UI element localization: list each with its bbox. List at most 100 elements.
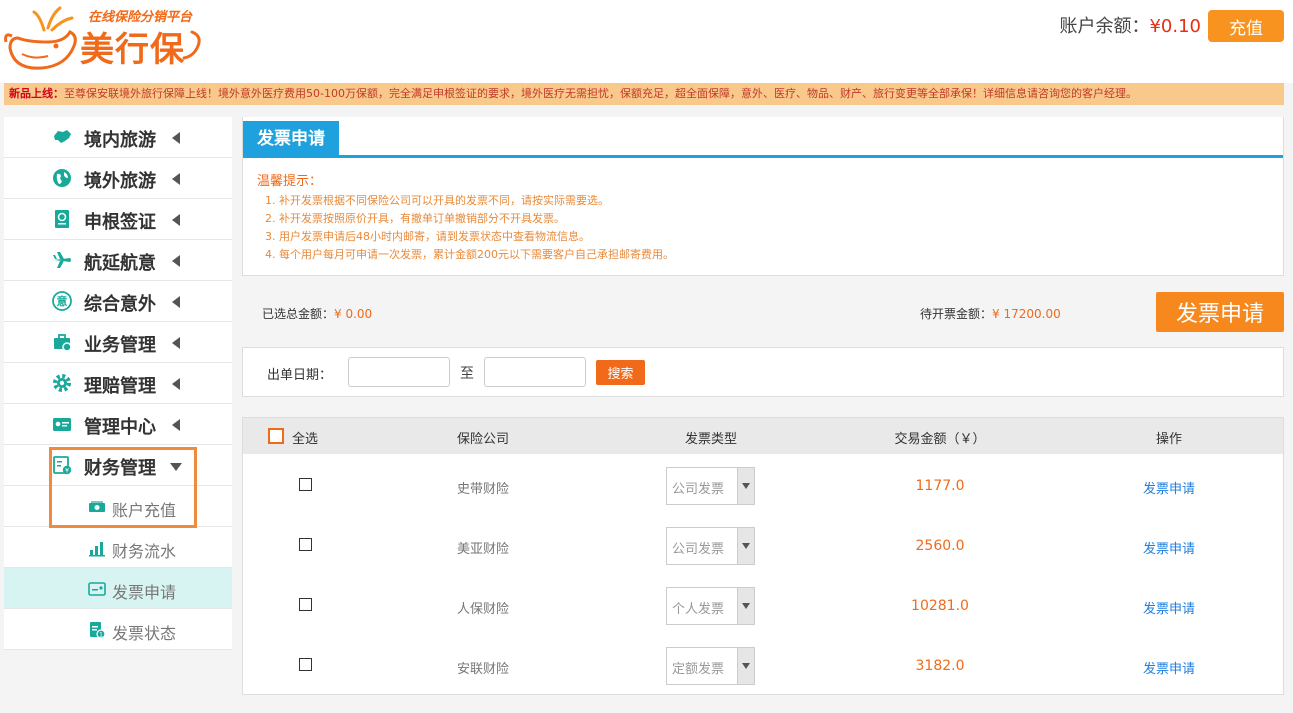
row-amount: 1177.0 — [915, 478, 965, 494]
caret-left-icon — [172, 132, 180, 144]
header: 在线保险分销平台 美行保 账户余额：¥0.10 充值 — [0, 0, 1293, 83]
invoice-type-value: 个人发票 — [672, 602, 725, 617]
sidebar: 境内旅游 境外旅游 申根签证 航延航意 意 综合意外 业务管理 理赔管理 管理中… — [4, 117, 232, 650]
column-header-amount: 交易金额（￥） — [894, 432, 986, 447]
sidebar-item-label: 理赔管理 — [84, 376, 156, 397]
row-checkbox[interactable] — [299, 598, 312, 611]
sidebar-item-label: 境内旅游 — [84, 130, 156, 151]
row-company: 史带财险 — [456, 482, 510, 497]
tip-item: 3. 用户发票申请后48小时内邮寄，请到发票状态中查看物流信息。 — [265, 230, 590, 243]
invoice-table: 全选 保险公司 发票类型 交易金额（￥） 操作 史带财险 公司发票 1177.0… — [242, 417, 1284, 695]
sidebar-item-accident[interactable]: 意 综合意外 — [4, 281, 232, 322]
end-date-input[interactable] — [484, 357, 586, 387]
row-checkbox[interactable] — [299, 538, 312, 551]
caret-left-icon — [172, 214, 180, 226]
tip-item: 2. 补开发票按照原价开具，有撤单订单撤销部分不开具发票。 — [265, 212, 565, 225]
date-filter-label: 出单日期： — [267, 368, 333, 383]
logo-name: 美行保 — [80, 30, 185, 70]
sidebar-subitem-finance-flow[interactable]: 财务流水 — [4, 527, 232, 568]
sidebar-subitem-account-recharge[interactable]: 账户充值 — [4, 486, 232, 527]
money-icon — [89, 501, 105, 512]
sidebar-item-business-management[interactable]: 业务管理 — [4, 322, 232, 363]
sidebar-item-domestic-travel[interactable]: 境内旅游 — [4, 117, 232, 158]
select-all-checkbox[interactable] — [268, 428, 284, 444]
sidebar-item-overseas-travel[interactable]: 境外旅游 — [4, 158, 232, 199]
invoice-type-select[interactable]: 公司发票 — [666, 527, 755, 565]
sidebar-item-label: 航延航意 — [84, 253, 156, 274]
invoice-type-value: 公司发票 — [672, 482, 725, 497]
sidebar-item-flight-delay[interactable]: 航延航意 — [4, 240, 232, 281]
finance-icon: ¥ — [53, 456, 72, 475]
row-apply-link[interactable]: 发票申请 — [1143, 538, 1195, 557]
chevron-down-icon — [737, 588, 754, 624]
sidebar-item-claims-management[interactable]: 理赔管理 — [4, 363, 232, 404]
chevron-down-icon — [737, 528, 754, 564]
china-map-icon — [54, 130, 71, 143]
caret-left-icon — [172, 255, 180, 267]
notice-text: 至尊保安联境外旅行保障上线！境外意外医疗费用50-100万保额，完全满足申根签证… — [64, 87, 1137, 100]
logo[interactable]: 在线保险分销平台 美行保 — [4, 2, 204, 74]
selected-total-label: 已选总金额： — [262, 307, 335, 321]
globe-icon — [53, 169, 71, 187]
id-card-icon — [53, 418, 71, 431]
select-all-label: 全选 — [292, 432, 319, 447]
row-company: 人保财险 — [456, 602, 510, 617]
column-header-company: 保险公司 — [456, 432, 510, 447]
page-title: 发票申请 — [243, 121, 339, 157]
notice-bar: 新品上线：至尊保安联境外旅行保障上线！境外意外医疗费用50-100万保额，完全满… — [4, 83, 1284, 105]
sidebar-subitem-invoice-apply[interactable]: 发票申请 — [4, 568, 232, 609]
row-company: 安联财险 — [456, 662, 510, 677]
column-header-invoice-type: 发票类型 — [684, 432, 738, 447]
sidebar-item-label: 申根签证 — [84, 212, 156, 233]
sidebar-subitem-label: 发票状态 — [112, 624, 177, 643]
filter-panel: 出单日期： 至 搜索 — [242, 347, 1284, 397]
tip-item: 1. 补开发票根据不同保险公司可以开具的发票不同，请按实际需要选。 — [265, 194, 609, 207]
row-amount: 10281.0 — [911, 598, 969, 614]
gear-icon — [53, 374, 71, 392]
pending-amount: 待开票金额：¥ 17200.00 — [920, 305, 1061, 322]
row-amount: 3182.0 — [915, 658, 965, 674]
pending-amount-label: 待开票金额： — [920, 307, 993, 321]
balance-value: ¥0.10 — [1149, 16, 1201, 37]
sidebar-subitem-label: 发票申请 — [112, 583, 177, 602]
row-checkbox[interactable] — [299, 658, 312, 671]
selected-total: 已选总金额：¥ 0.00 — [262, 305, 372, 322]
svg-text:1: 1 — [99, 631, 103, 638]
table-header: 全选 保险公司 发票类型 交易金额（￥） 操作 — [243, 418, 1283, 454]
invoice-type-select[interactable]: 个人发票 — [666, 587, 755, 625]
row-company: 美亚财险 — [456, 542, 510, 557]
sidebar-item-management-center[interactable]: 管理中心 — [4, 404, 232, 445]
row-apply-link[interactable]: 发票申请 — [1143, 478, 1195, 497]
account-balance: 账户余额：¥0.10 — [1059, 15, 1201, 39]
invoice-card-icon — [88, 582, 106, 596]
sidebar-subitem-label: 账户充值 — [112, 501, 177, 520]
tips-list: 1. 补开发票根据不同保险公司可以开具的发票不同，请按实际需要选。 2. 补开发… — [265, 192, 674, 264]
row-apply-link[interactable]: 发票申请 — [1143, 658, 1195, 677]
notice-tag: 新品上线： — [9, 87, 64, 100]
selected-total-value: ¥ 0.00 — [334, 307, 373, 321]
invoice-apply-button[interactable]: 发票申请 — [1156, 292, 1284, 332]
sidebar-item-schengen-visa[interactable]: 申根签证 — [4, 199, 232, 240]
svg-text:¥: ¥ — [65, 468, 69, 475]
invoice-type-select[interactable]: 定额发票 — [666, 647, 755, 685]
start-date-input[interactable] — [348, 357, 450, 387]
sidebar-item-label: 业务管理 — [84, 335, 156, 356]
pending-amount-value: ¥ 17200.00 — [992, 307, 1061, 321]
sidebar-item-label: 财务管理 — [84, 458, 156, 479]
table-row: 人保财险 个人发票 10281.0 发票申请 — [243, 575, 1283, 635]
row-checkbox[interactable] — [299, 478, 312, 491]
sidebar-item-label: 境外旅游 — [84, 171, 156, 192]
search-button[interactable]: 搜索 — [596, 360, 645, 385]
invoice-status-icon: 1 — [90, 622, 106, 639]
bar-chart-icon — [89, 542, 105, 557]
tips-panel: 发票申请 温馨提示： 1. 补开发票根据不同保险公司可以开具的发票不同，请按实际… — [242, 117, 1284, 276]
sidebar-item-finance-management[interactable]: ¥ 财务管理 — [4, 445, 232, 486]
row-apply-link[interactable]: 发票申请 — [1143, 598, 1195, 617]
recharge-button[interactable]: 充值 — [1208, 10, 1284, 42]
caret-left-icon — [172, 173, 180, 185]
sidebar-subitem-invoice-status[interactable]: 1 发票状态 — [4, 609, 232, 650]
date-range-separator: 至 — [460, 366, 474, 382]
chevron-down-icon — [737, 468, 754, 504]
sidebar-subitem-label: 财务流水 — [112, 542, 177, 561]
invoice-type-select[interactable]: 公司发票 — [666, 467, 755, 505]
